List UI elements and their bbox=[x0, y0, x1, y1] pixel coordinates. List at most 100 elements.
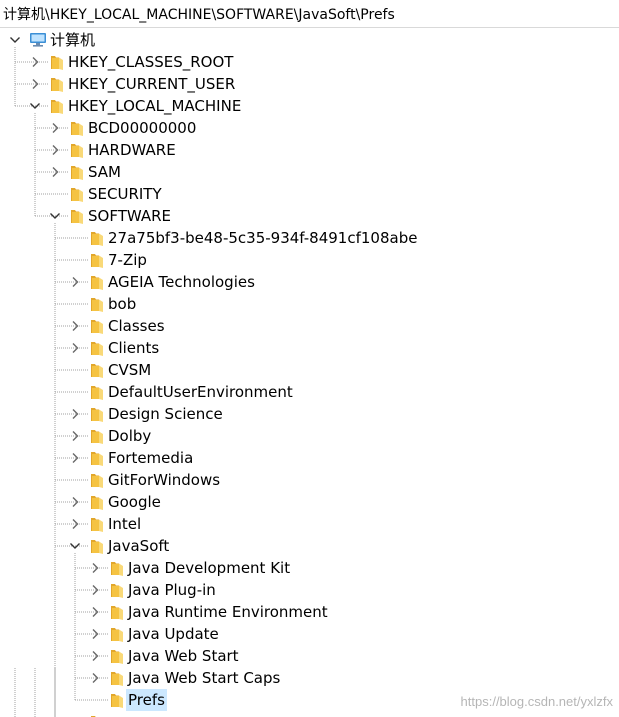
chevron-right-icon[interactable] bbox=[68, 451, 82, 465]
folder-icon bbox=[90, 406, 104, 422]
tree-node[interactable]: JavaSoft bbox=[0, 535, 600, 557]
tree-node[interactable]: Design Science bbox=[0, 403, 600, 425]
tree-node[interactable]: CVSM bbox=[0, 359, 600, 381]
tree-node-label[interactable]: Google bbox=[106, 491, 163, 513]
tree-node[interactable]: 27a75bf3-be48-5c35-934f-8491cf108abe bbox=[0, 227, 600, 249]
chevron-right-icon[interactable] bbox=[88, 561, 102, 575]
tree-node[interactable]: Intel bbox=[0, 513, 600, 535]
tree-node-label[interactable]: Fortemedia bbox=[106, 447, 195, 469]
tree-node[interactable]: HARDWARE bbox=[0, 139, 600, 161]
tree-node[interactable]: Classes bbox=[0, 315, 600, 337]
address-path[interactable]: 计算机\HKEY_LOCAL_MACHINE\SOFTWARE\JavaSoft… bbox=[3, 4, 395, 24]
tree-node[interactable]: Google bbox=[0, 491, 600, 513]
tree-node-label[interactable]: 7-Zip bbox=[106, 249, 149, 271]
chevron-right-icon[interactable] bbox=[88, 671, 102, 685]
tree-node-label[interactable]: Prefs bbox=[126, 689, 167, 711]
chevron-right-icon[interactable] bbox=[28, 55, 42, 69]
tree-node-label[interactable]: Intel bbox=[106, 513, 143, 535]
tree-node[interactable]: SAM bbox=[0, 161, 600, 183]
tree-node[interactable]: HKEY_CLASSES_ROOT bbox=[0, 51, 600, 73]
chevron-right-icon[interactable] bbox=[88, 583, 102, 597]
chevron-right-icon[interactable] bbox=[68, 407, 82, 421]
folder-icon bbox=[110, 626, 124, 642]
tree-node-label[interactable]: GitForWindows bbox=[106, 469, 222, 491]
tree-node[interactable]: Clients bbox=[0, 337, 600, 359]
tree-node-label[interactable]: Java Web Start Caps bbox=[126, 667, 282, 689]
tree-node-label[interactable]: Clients bbox=[106, 337, 161, 359]
tree-node-label[interactable]: CVSM bbox=[106, 359, 153, 381]
chevron-right-icon[interactable] bbox=[68, 319, 82, 333]
tree-node[interactable]: 计算机 bbox=[0, 29, 600, 51]
folder-icon bbox=[90, 340, 104, 356]
tree-node[interactable] bbox=[0, 711, 600, 717]
folder-icon bbox=[90, 274, 104, 290]
tree-node-label[interactable]: Java Runtime Environment bbox=[126, 601, 330, 623]
folder-icon bbox=[110, 648, 124, 664]
tree-node[interactable]: SECURITY bbox=[0, 183, 600, 205]
tree-node-label[interactable]: DefaultUserEnvironment bbox=[106, 381, 295, 403]
tree-node-label[interactable]: HKEY_CLASSES_ROOT bbox=[66, 51, 235, 73]
chevron-right-icon[interactable] bbox=[88, 627, 102, 641]
folder-icon bbox=[50, 76, 64, 92]
tree-node[interactable]: 7-Zip bbox=[0, 249, 600, 271]
tree-node-label[interactable]: Design Science bbox=[106, 403, 225, 425]
registry-tree[interactable]: 计算机 HKEY_CLASSES_ROOT HKEY_CURRENT_USER HKE… bbox=[0, 28, 619, 717]
tree-node[interactable]: HKEY_LOCAL_MACHINE bbox=[0, 95, 600, 117]
address-bar[interactable]: 计算机\HKEY_LOCAL_MACHINE\SOFTWARE\JavaSoft… bbox=[0, 0, 619, 28]
chevron-right-icon[interactable] bbox=[48, 143, 62, 157]
chevron-down-icon[interactable] bbox=[28, 99, 42, 113]
tree-node[interactable]: bob bbox=[0, 293, 600, 315]
chevron-right-icon[interactable] bbox=[48, 165, 62, 179]
chevron-right-icon[interactable] bbox=[68, 495, 82, 509]
tree-node[interactable]: AGEIA Technologies bbox=[0, 271, 600, 293]
folder-icon bbox=[90, 252, 104, 268]
tree-node-label[interactable]: 计算机 bbox=[48, 29, 97, 51]
chevron-down-icon[interactable] bbox=[8, 33, 22, 47]
tree-node-label[interactable]: Java Development Kit bbox=[126, 557, 292, 579]
tree-node-label[interactable]: HKEY_LOCAL_MACHINE bbox=[66, 95, 243, 117]
tree-node[interactable]: SOFTWARE bbox=[0, 205, 600, 227]
tree-node[interactable]: HKEY_CURRENT_USER bbox=[0, 73, 600, 95]
chevron-right-icon[interactable] bbox=[68, 517, 82, 531]
tree-node-label[interactable]: SAM bbox=[86, 161, 123, 183]
chevron-right-icon[interactable] bbox=[88, 605, 102, 619]
chevron-right-icon[interactable] bbox=[88, 649, 102, 663]
tree-node[interactable]: DefaultUserEnvironment bbox=[0, 381, 600, 403]
tree-node-label[interactable]: Java Update bbox=[126, 623, 221, 645]
folder-icon bbox=[90, 494, 104, 510]
tree-node[interactable]: Java Update bbox=[0, 623, 600, 645]
tree-node-label[interactable]: HKEY_CURRENT_USER bbox=[66, 73, 237, 95]
tree-node[interactable]: Java Web Start Caps bbox=[0, 667, 600, 689]
tree-node[interactable]: GitForWindows bbox=[0, 469, 600, 491]
tree-node[interactable]: Dolby bbox=[0, 425, 600, 447]
tree-node[interactable]: Java Plug-in bbox=[0, 579, 600, 601]
chevron-right-icon[interactable] bbox=[28, 77, 42, 91]
tree-node-label[interactable]: HARDWARE bbox=[86, 139, 178, 161]
chevron-down-icon[interactable] bbox=[48, 209, 62, 223]
chevron-right-icon[interactable] bbox=[68, 429, 82, 443]
tree-node-label[interactable]: Classes bbox=[106, 315, 167, 337]
tree-node[interactable]: Java Development Kit bbox=[0, 557, 600, 579]
tree-node-label[interactable]: Java Plug-in bbox=[126, 579, 218, 601]
tree-node-label[interactable]: bob bbox=[106, 293, 138, 315]
chevron-down-icon[interactable] bbox=[68, 539, 82, 553]
chevron-right-icon[interactable] bbox=[68, 341, 82, 355]
folder-icon bbox=[110, 604, 124, 620]
tree-node-label[interactable]: Dolby bbox=[106, 425, 153, 447]
tree-node[interactable]: Fortemedia bbox=[0, 447, 600, 469]
tree-node-label[interactable]: JavaSoft bbox=[106, 535, 171, 557]
chevron-right-icon[interactable] bbox=[68, 275, 82, 289]
tree-node-label[interactable]: SECURITY bbox=[86, 183, 164, 205]
tree-node-label[interactable]: AGEIA Technologies bbox=[106, 271, 257, 293]
chevron-right-icon[interactable] bbox=[48, 121, 62, 135]
tree-node[interactable]: Java Web Start bbox=[0, 645, 600, 667]
folder-icon bbox=[70, 186, 84, 202]
tree-node-label[interactable]: 27a75bf3-be48-5c35-934f-8491cf108abe bbox=[106, 227, 419, 249]
tree-node[interactable]: Java Runtime Environment bbox=[0, 601, 600, 623]
tree-node-label[interactable]: SOFTWARE bbox=[86, 205, 173, 227]
tree-node[interactable]: BCD00000000 bbox=[0, 117, 600, 139]
tree-node-label[interactable] bbox=[106, 711, 110, 717]
computer-icon bbox=[29, 32, 47, 48]
tree-node-label[interactable]: Java Web Start bbox=[126, 645, 241, 667]
tree-node-label[interactable]: BCD00000000 bbox=[86, 117, 198, 139]
